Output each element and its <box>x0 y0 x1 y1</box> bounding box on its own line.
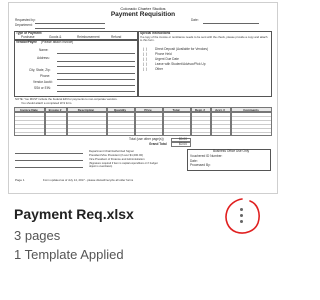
vendor-city-line <box>57 72 135 74</box>
vendor-field-name: Name: <box>39 48 49 52</box>
instruction-bracket-5: ( ) <box>143 67 147 71</box>
vendor-name-line <box>57 52 135 54</box>
department-label: Department: <box>15 23 33 27</box>
ein-note-2: You should attach a completed W-9 form. <box>21 101 73 105</box>
grand-total-label: Grand Total <box>149 141 167 146</box>
vendor-field-city: City, State, Zip: <box>29 68 51 72</box>
payment-requisition-preview: Colorado Charter Studios Payment Requisi… <box>9 3 277 193</box>
document-thumbnail[interactable]: Colorado Charter Studios Payment Requisi… <box>8 2 278 194</box>
vendor-payee-label: Vendor/Payee <box>16 40 37 44</box>
approval-label-4: (Signature required if item is capital e… <box>89 162 158 168</box>
kebab-dot-icon <box>240 220 243 223</box>
col-divider <box>190 107 192 136</box>
vendor-acct-line <box>57 84 135 86</box>
grand-total-value: $0.00 <box>179 141 187 146</box>
footer-page: Page 1 <box>15 178 25 182</box>
page-count: 3 pages <box>14 228 61 243</box>
special-instructions-note: If a copy of the invoice or remittance n… <box>140 34 268 42</box>
template-status: 1 Template Applied <box>14 247 124 262</box>
approval-line-2 <box>15 160 83 161</box>
business-field-processed: Processed By: <box>190 163 211 167</box>
vendor-field-acct: Vendor Acct#: <box>33 80 53 84</box>
date-line <box>203 22 259 24</box>
file-name[interactable]: Payment Req.xlsx <box>14 206 134 222</box>
date-label: Date: <box>191 18 199 22</box>
col-divider <box>66 107 68 136</box>
approval-line-1 <box>15 153 83 154</box>
type-option-purchase: Purchase <box>21 34 35 39</box>
type-option-refund: Refund <box>111 34 122 39</box>
col-divider <box>134 107 136 136</box>
instruction-option-5: Other <box>155 67 163 71</box>
requested-by-line <box>35 22 105 24</box>
doc-title: Payment Requisition <box>110 11 176 18</box>
type-option-reimbursement: Reimbursement <box>77 34 100 39</box>
approval-line-3 <box>15 167 83 168</box>
vendor-address-line-2 <box>57 65 135 67</box>
col-divider <box>230 107 232 136</box>
footer-note: Form updated as of July 14, 2017 - pleas… <box>43 178 134 182</box>
vendor-field-address: Address: <box>37 56 50 60</box>
please-print-note: (Please attach invoice) <box>41 40 74 44</box>
table-body <box>14 112 272 136</box>
col-divider <box>44 107 46 136</box>
vendor-address-line <box>57 60 135 62</box>
type-option-goods: Goods & <box>49 34 62 39</box>
kebab-dot-icon <box>240 214 243 217</box>
col-divider <box>106 107 108 136</box>
more-options-button[interactable] <box>222 196 262 236</box>
vendor-field-ein: SS# or EIN: <box>34 86 51 90</box>
department-line <box>35 27 105 29</box>
vendor-ein-line <box>57 90 135 92</box>
vendor-phone-line <box>57 78 135 80</box>
kebab-dot-icon <box>240 208 243 211</box>
col-divider <box>210 107 212 136</box>
vendor-field-phone: Phone: <box>40 74 51 78</box>
col-divider <box>162 107 164 136</box>
file-card[interactable]: Colorado Charter Studios Payment Requisi… <box>0 0 289 300</box>
